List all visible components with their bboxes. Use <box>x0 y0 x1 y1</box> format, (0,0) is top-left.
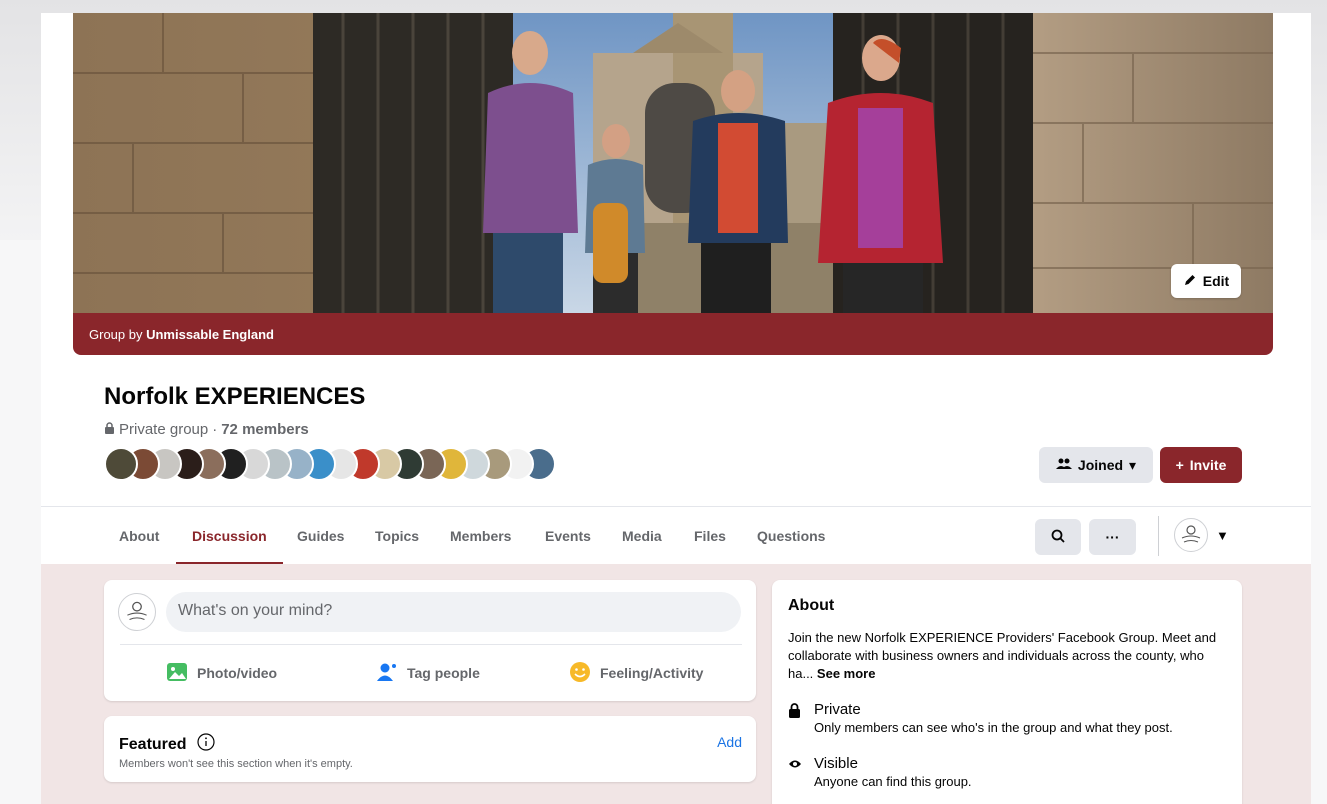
about-private-row: Private Only members can see who's in th… <box>788 701 1173 735</box>
tab-divider <box>1158 516 1159 556</box>
lock-icon <box>104 421 115 438</box>
featured-subtitle: Members won't see this section when it's… <box>119 758 353 770</box>
about-visible-row: Visible Anyone can find this group. <box>788 755 972 789</box>
photo-video-button[interactable]: Photo/video <box>166 658 277 688</box>
feeling-activity-label: Feeling/Activity <box>600 665 704 681</box>
cover: Group by Unmissable England Edit <box>73 13 1273 355</box>
tab-media[interactable]: Media <box>606 507 678 565</box>
visible-title: Visible <box>814 755 858 772</box>
unmissable-england-logo-icon <box>1174 518 1208 552</box>
tab-members[interactable]: Members <box>434 507 527 565</box>
about-title: About <box>788 597 835 614</box>
members-icon <box>1055 457 1072 473</box>
group-by-prefix: Group by <box>89 327 147 342</box>
search-icon <box>1051 529 1065 546</box>
tag-people-icon <box>376 662 398 685</box>
group-page: Group by Unmissable England Edit Norfolk… <box>41 13 1311 804</box>
more-options-button[interactable]: ··· <box>1089 519 1136 555</box>
about-card: About Join the new Norfolk EXPERIENCE Pr… <box>772 580 1242 804</box>
edit-cover-button[interactable]: Edit <box>1171 264 1241 298</box>
photo-icon <box>166 662 188 685</box>
lock-icon <box>788 703 802 735</box>
smiley-icon <box>569 661 591 686</box>
edit-label: Edit <box>1202 273 1230 289</box>
private-description: Only members can see who's in the group … <box>814 720 1173 735</box>
photo-video-label: Photo/video <box>197 665 278 681</box>
feeling-activity-button[interactable]: Feeling/Activity <box>569 658 703 688</box>
about-description: Join the new Norfolk EXPERIENCE Provider… <box>788 629 1228 683</box>
joined-label: Joined <box>1077 457 1124 473</box>
visible-description: Anyone can find this group. <box>814 774 972 789</box>
cover-photo <box>73 13 1273 313</box>
group-meta: Private group · 72 members <box>104 421 309 438</box>
tab-topics[interactable]: Topics <box>359 507 435 565</box>
more-icon: ··· <box>1105 529 1120 545</box>
member-avatars[interactable] <box>104 447 556 481</box>
group-by-link[interactable]: Unmissable England <box>146 327 274 342</box>
meta-separator: · <box>212 421 218 438</box>
tab-guides[interactable]: Guides <box>281 507 360 565</box>
tab-events[interactable]: Events <box>529 507 607 565</box>
plus-icon: + <box>1175 457 1184 473</box>
tag-people-label: Tag people <box>407 665 480 681</box>
acting-as-switcher[interactable]: ▼ <box>1174 518 1229 552</box>
cover-band: Group by Unmissable England <box>73 313 1273 355</box>
search-button[interactable] <box>1035 519 1081 555</box>
featured-add-link[interactable]: Add <box>717 734 742 750</box>
invite-label: Invite <box>1189 457 1227 473</box>
see-more-link[interactable]: See more <box>817 666 876 681</box>
joined-button[interactable]: Joined ▾ <box>1039 447 1153 483</box>
composer-divider <box>120 644 742 645</box>
tab-files[interactable]: Files <box>678 507 742 565</box>
tab-discussion[interactable]: Discussion <box>176 507 283 565</box>
eye-icon <box>788 757 802 789</box>
caret-down-icon: ▾ <box>1129 456 1137 473</box>
featured-title-row: Featured <box>119 733 215 756</box>
group-title[interactable]: Norfolk EXPERIENCES <box>104 383 365 411</box>
featured-title: Featured <box>119 735 187 753</box>
tab-about[interactable]: About <box>103 507 175 565</box>
tab-questions[interactable]: Questions <box>741 507 841 565</box>
featured-section: Featured Members won't see this section … <box>104 716 756 782</box>
privacy-label[interactable]: Private group <box>119 421 208 438</box>
member-avatar[interactable] <box>104 447 138 481</box>
post-composer: What's on your mind? Photo/video Tag peo… <box>104 580 756 701</box>
info-icon[interactable] <box>196 733 215 756</box>
tag-people-button[interactable]: Tag people <box>376 658 480 688</box>
pencil-icon <box>1183 273 1197 290</box>
invite-button[interactable]: + Invite <box>1160 447 1242 483</box>
member-count[interactable]: 72 members <box>221 421 309 438</box>
private-title: Private <box>814 701 861 718</box>
composer-avatar[interactable] <box>118 593 156 631</box>
composer-input[interactable]: What's on your mind? <box>166 592 741 632</box>
caret-down-icon: ▼ <box>1216 527 1229 543</box>
